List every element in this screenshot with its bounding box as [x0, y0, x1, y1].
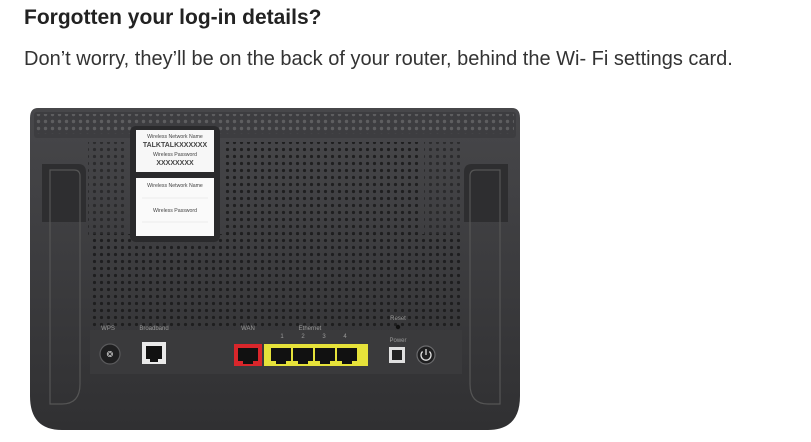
wifi-settings-card-top: Wireless Network Name TALKTALKXXXXXX Wir…: [136, 130, 214, 172]
power-socket: [389, 347, 405, 363]
power-button[interactable]: [416, 345, 436, 365]
card-network-name-value: TALKTALKXXXXXX: [143, 142, 208, 149]
reset-label: Reset: [390, 316, 406, 322]
broadband-label: Broadband: [139, 326, 168, 332]
svg-text:❂: ❂: [107, 350, 114, 359]
broadband-port: [142, 342, 166, 364]
page-heading: Forgotten your log-in details?: [24, 6, 322, 29]
router-body: [30, 108, 520, 430]
card-password-label: Wireless Password: [153, 152, 197, 158]
help-text: Don’t worry, they’ll be on the back of y…: [24, 48, 733, 70]
wifi-settings-card-bottom: Wireless Network Name Wireless Password: [136, 178, 214, 236]
ethernet-label: Ethernet: [299, 326, 322, 332]
ethernet-ports: [264, 344, 368, 366]
card2-network-name-label: Wireless Network Name: [147, 183, 203, 189]
wan-label: WAN: [241, 326, 255, 332]
power-label: Power: [389, 338, 406, 344]
router-image: Wireless Network Name TALKTALKXXXXXX Wir…: [28, 104, 522, 434]
card-network-name-label: Wireless Network Name: [147, 134, 203, 140]
wps-button[interactable]: ❂: [99, 343, 121, 365]
card2-password-label: Wireless Password: [153, 208, 197, 214]
reset-pinhole[interactable]: [395, 324, 401, 330]
card-password-value: XXXXXXXX: [156, 160, 194, 167]
wps-label: WPS: [101, 326, 115, 332]
wan-port: [234, 344, 262, 366]
